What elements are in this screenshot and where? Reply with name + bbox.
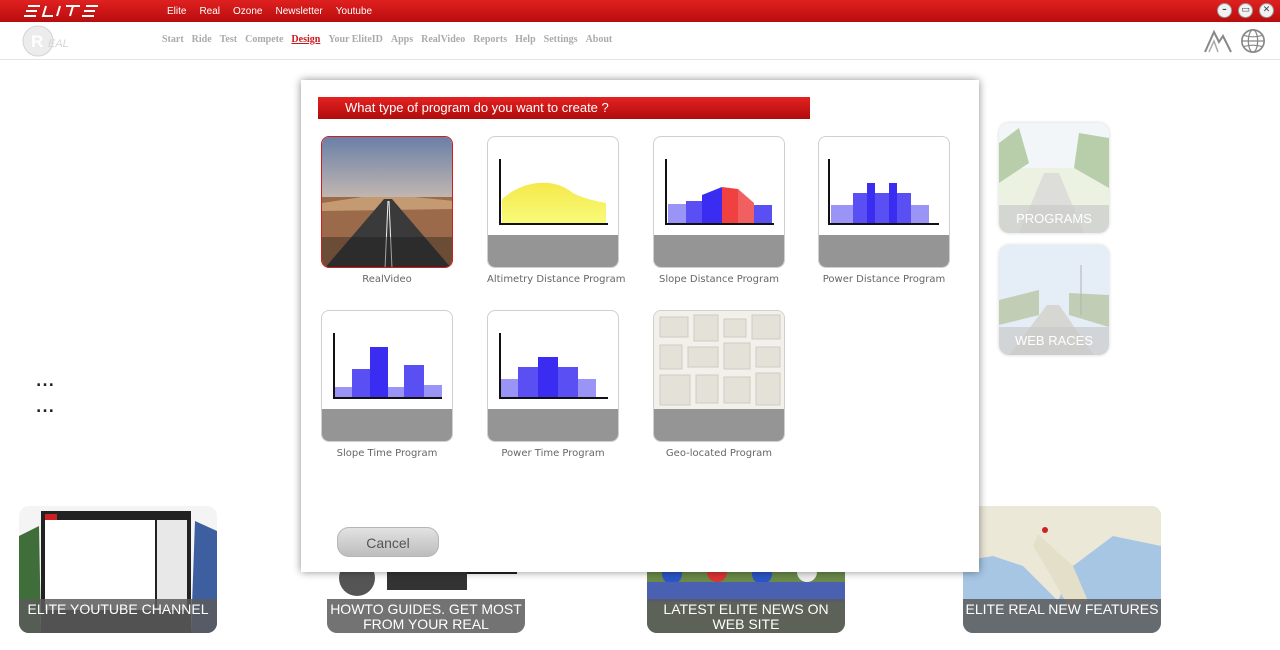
real-logo: R EAL <box>22 25 69 57</box>
minimize-icon[interactable]: – <box>1217 3 1232 18</box>
nav-help[interactable]: Help <box>515 34 536 45</box>
slope-time-chart-icon <box>333 333 442 399</box>
ellipsis-icon: ... <box>36 400 55 416</box>
desert-road-image <box>322 137 452 267</box>
tile-slope-time[interactable]: Slope Time Program <box>321 310 453 459</box>
nav-realvideo[interactable]: RealVideo <box>421 34 465 45</box>
svg-text:EAL: EAL <box>48 38 69 50</box>
tile-label: Slope Distance Program <box>658 274 780 285</box>
nav-test[interactable]: Test <box>220 34 237 45</box>
tile-label: Slope Time Program <box>336 448 438 459</box>
real-new-features-card[interactable]: ELITE REAL NEW FEATURES <box>963 506 1161 633</box>
tile-power-distance[interactable]: Power Distance Program <box>818 136 950 285</box>
howto-guides-caption: HOWTO GUIDES. GET MOST FROM YOUR REAL <box>327 599 525 633</box>
tile-thumbnail <box>487 136 619 268</box>
programs-thumbnail[interactable]: PROGRAMS <box>999 123 1109 233</box>
nav-reports[interactable]: Reports <box>473 34 507 45</box>
ellipsis-icon: ... <box>36 374 55 390</box>
mountain-icon[interactable] <box>1204 28 1232 54</box>
nav-about[interactable]: About <box>586 34 613 45</box>
tile-label: Altimetry Distance Program <box>487 274 626 285</box>
title-bar: Elite Real Ozone Newsletter Youtube – ▭ … <box>0 0 1280 22</box>
close-icon[interactable]: ✕ <box>1259 3 1274 18</box>
slope-chart-icon <box>665 159 774 225</box>
tile-label: Geo-located Program <box>665 448 773 459</box>
nav-ride[interactable]: Ride <box>192 34 212 45</box>
tile-label: Power Time Program <box>501 448 605 459</box>
top-nav-ozone[interactable]: Ozone <box>233 6 262 17</box>
tile-thumbnail <box>321 310 453 442</box>
web-races-label: WEB RACES <box>999 327 1109 355</box>
create-program-dialog: What type of program do you want to crea… <box>301 80 979 572</box>
top-nav-elite[interactable]: Elite <box>167 6 186 17</box>
window-controls: – ▭ ✕ <box>1217 3 1274 18</box>
tile-slope-distance[interactable]: Slope Distance Program <box>653 136 785 285</box>
tile-thumbnail <box>653 310 785 442</box>
svg-text:R: R <box>31 32 43 51</box>
nav-apps[interactable]: Apps <box>391 34 413 45</box>
tile-label: Power Distance Program <box>822 274 946 285</box>
tile-label: RealVideo <box>362 274 412 285</box>
tile-thumbnail <box>818 136 950 268</box>
power-time-chart-icon <box>499 333 608 399</box>
top-nav-real[interactable]: Real <box>199 6 220 17</box>
tile-geo-located[interactable]: Geo-located Program <box>653 310 785 459</box>
real-new-features-caption: ELITE REAL NEW FEATURES <box>963 599 1161 633</box>
main-navbar: R EAL Start Ride Test Compete Design You… <box>0 22 1280 60</box>
street-map-icon <box>654 311 784 411</box>
elite-logo <box>24 5 98 17</box>
youtube-channel-caption: ELITE YOUTUBE CHANNEL <box>19 599 217 633</box>
nav-your-eliteid[interactable]: Your EliteID <box>328 34 383 45</box>
tile-realvideo[interactable]: RealVideo <box>321 136 453 285</box>
web-races-thumbnail[interactable]: WEB RACES <box>999 245 1109 355</box>
programs-label: PROGRAMS <box>999 205 1109 233</box>
nav-start[interactable]: Start <box>162 34 184 45</box>
tile-thumbnail <box>321 136 453 268</box>
tile-power-time[interactable]: Power Time Program <box>487 310 619 459</box>
tile-thumbnail <box>487 310 619 442</box>
top-nav-youtube[interactable]: Youtube <box>336 6 372 17</box>
tile-altimetry-distance[interactable]: Altimetry Distance Program <box>487 136 626 285</box>
maximize-icon[interactable]: ▭ <box>1238 3 1253 18</box>
nav-compete[interactable]: Compete <box>245 34 283 45</box>
tile-thumbnail <box>653 136 785 268</box>
power-chart-icon <box>828 159 939 225</box>
dialog-title: What type of program do you want to crea… <box>318 97 810 119</box>
top-nav-newsletter[interactable]: Newsletter <box>276 6 323 17</box>
cancel-button[interactable]: Cancel <box>337 527 439 557</box>
nav-design[interactable]: Design <box>291 34 320 45</box>
youtube-channel-card[interactable]: ELITE YOUTUBE CHANNEL <box>19 506 217 633</box>
nav-settings[interactable]: Settings <box>544 34 578 45</box>
top-nav: Elite Real Ozone Newsletter Youtube <box>167 0 372 22</box>
news-caption: LATEST ELITE NEWS ON WEB SITE <box>647 599 845 633</box>
altimetry-chart-icon <box>499 159 608 225</box>
main-nav: Start Ride Test Compete Design Your Elit… <box>162 34 612 45</box>
globe-icon[interactable] <box>1239 28 1267 54</box>
